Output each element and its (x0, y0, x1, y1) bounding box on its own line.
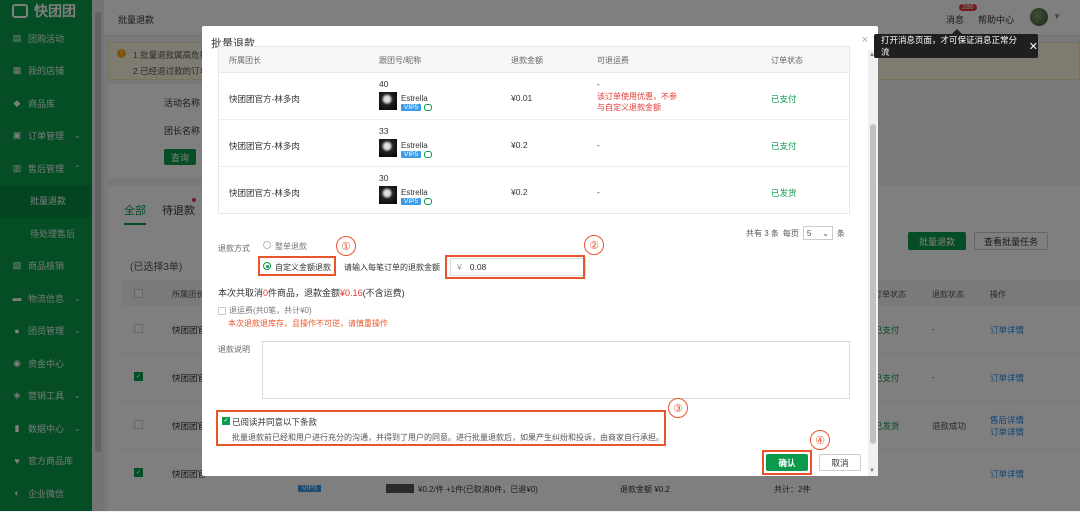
col-refundable-shipping: 可退运费 (597, 56, 629, 65)
col-leader: 所属团长 (229, 56, 261, 65)
irreversible-warning: 本次退款退库存，且操作不可逆，请慎重操作 (228, 319, 388, 328)
summary-amount: ¥0.16 (340, 288, 363, 298)
vip-badge: VIP5 (401, 151, 422, 158)
per-page-label: 每页 (782, 228, 799, 238)
full-refund-label[interactable]: 整单退款 (275, 241, 307, 252)
close-icon[interactable]: × (862, 34, 868, 46)
unit-label: 条 (836, 228, 845, 238)
tooltip-text: 打开消息页面，才可保证消息正常分流 (881, 35, 1018, 57)
cancel-button[interactable]: 取消 (819, 454, 861, 471)
dialog-scrollbar[interactable]: ▲ ▼ (868, 50, 878, 476)
leader-name: 快团团官方-林多肉 (229, 94, 300, 104)
page-size-select[interactable]: 5 ⌄ (802, 226, 833, 240)
summary-mid: 件商品，退款金额 (268, 288, 341, 298)
callout-number-2: ② (584, 235, 604, 255)
table-row: 快团团官方-林多肉 30 Estrella VIP5 ¥0.2 - 已发货 (219, 167, 849, 214)
radio-full-refund[interactable] (263, 241, 271, 249)
refundable-shipping: - (597, 187, 600, 197)
refund-amount: ¥0.2 (511, 187, 528, 197)
callout-number-4: ④ (810, 430, 830, 450)
callout-box-2 (445, 255, 585, 279)
callout-box-1 (258, 256, 336, 276)
amount-prompt: 请输入每笔订单的退款金额 (344, 263, 440, 272)
order-status: 已支付 (771, 141, 797, 151)
leader-name: 快团团官方-林多肉 (229, 141, 300, 151)
refundable-shipping: - (597, 140, 600, 150)
scroll-down-icon[interactable]: ▼ (869, 468, 875, 474)
agree-checkbox[interactable]: ✓ (222, 417, 230, 425)
col-refund-amount: 退款金额 (511, 56, 543, 65)
group-number: 40 (379, 79, 389, 89)
refund-summary: 本次共取消0件商品，退款金额¥0.16(不含运费) (218, 286, 405, 299)
page-size-value: 5 (806, 228, 812, 238)
leader-name: 快团团官方-林多肉 (229, 188, 300, 198)
summary-suffix: (不含运费) (362, 288, 405, 298)
summary-prefix: 本次共取消 (218, 288, 264, 298)
refund-amount: ¥0.2 (511, 140, 528, 150)
refund-shipping-option[interactable]: 退运费(共0笔，共计¥0) (218, 305, 312, 316)
nickname: Estrella (401, 188, 428, 197)
table-row: 快团团官方-林多肉 40 Estrella VIP5 ¥0.01 - 该订单使用… (219, 73, 849, 120)
total-count: 共有 3 条 (746, 228, 779, 238)
agree-terms-text: 批量退款前已经和用户进行充分的沟通，并得到了用户的同意。进行批量退款后，如果产生… (232, 433, 664, 442)
vip-badge: VIP5 (401, 104, 422, 111)
refund-orders-table: 所属团长 跟团号/昵称 退款金额 可退运费 订单状态 快团团官方-林多肉 40 … (218, 46, 850, 214)
group-number: 30 (379, 173, 389, 183)
refund-shipping-label: 退运费(共0笔，共计¥0) (229, 306, 312, 315)
chat-icon[interactable] (424, 198, 432, 205)
discount-note: 该订单使用优惠，不参 与自定义退款金额 (597, 92, 677, 112)
avatar (379, 92, 397, 110)
avatar (379, 186, 397, 204)
callout-number-1: ① (336, 236, 356, 256)
shipping-dash: - (597, 80, 600, 89)
message-tooltip: 打开消息页面，才可保证消息正常分流 ✕ (874, 29, 1038, 58)
nickname: Estrella (401, 141, 428, 150)
confirm-button[interactable]: 确认 (766, 454, 808, 471)
remark-label: 退款说明 (218, 345, 250, 354)
order-status: 已支付 (771, 94, 797, 104)
refund-shipping-checkbox[interactable] (218, 306, 226, 315)
refund-method-label: 退款方式 (218, 244, 250, 253)
vip-badge: VIP5 (401, 198, 422, 205)
order-status: 已发货 (771, 188, 797, 198)
close-icon[interactable]: ✕ (1029, 40, 1038, 53)
chat-icon[interactable] (424, 151, 432, 158)
scrollbar-thumb[interactable] (870, 124, 876, 444)
group-number: 33 (379, 126, 389, 136)
table-header: 所属团长 跟团号/昵称 退款金额 可退运费 订单状态 (219, 47, 849, 73)
refund-amount: ¥0.01 (511, 93, 533, 103)
agree-title[interactable]: 已阅读并同意以下条款 (232, 416, 317, 428)
chevron-down-icon: ⌄ (822, 228, 829, 238)
col-order-status: 订单状态 (771, 56, 803, 65)
chat-icon[interactable] (424, 104, 432, 111)
avatar (379, 139, 397, 157)
col-group-number: 跟团号/昵称 (379, 56, 422, 65)
nickname: Estrella (401, 94, 428, 103)
callout-number-3: ③ (668, 398, 688, 418)
callout-box-3: ✓ 已阅读并同意以下条款 批量退款前已经和用户进行充分的沟通，并得到了用户的同意… (216, 410, 666, 446)
remark-textarea[interactable] (262, 341, 850, 399)
batch-refund-dialog: 批量退款 × ▲ ▼ 所属团长 跟团号/昵称 退款金额 可退运费 订单状态 快团… (202, 26, 878, 476)
table-row: 快团团官方-林多肉 33 Estrella VIP5 ¥0.2 - 已支付 (219, 120, 849, 167)
pagination: 共有 3 条 每页 5 ⌄ 条 (746, 226, 845, 240)
